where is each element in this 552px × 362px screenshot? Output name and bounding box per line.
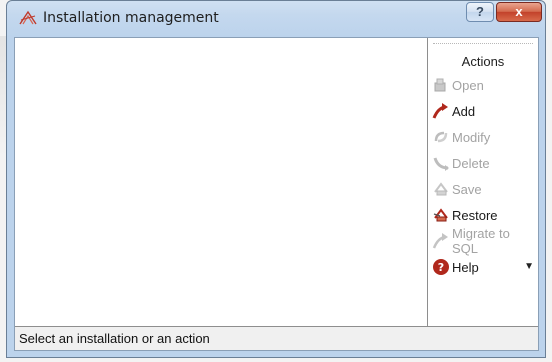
dropdown-arrow-icon[interactable]: ▼: [524, 261, 534, 272]
action-label: Modify: [452, 129, 491, 145]
installation-management-window: Installation management ? x Actions Open: [6, 0, 546, 358]
question-icon: ?: [476, 4, 484, 19]
save-icon: [432, 180, 450, 198]
svg-text:?: ?: [438, 261, 444, 274]
delete-icon: [432, 154, 450, 172]
actions-pane: Actions Open Add Modify Delete Save Rest…: [428, 38, 538, 326]
folder-icon: [432, 76, 450, 94]
action-modify[interactable]: Modify: [432, 126, 536, 148]
pane-grip[interactable]: [433, 43, 533, 47]
actions-title: Actions: [461, 54, 505, 69]
action-add[interactable]: Add: [432, 100, 536, 122]
action-label: Help: [452, 259, 479, 275]
title-bar[interactable]: Installation management ? x: [7, 1, 545, 37]
window-title: Installation management: [43, 10, 219, 26]
action-migrate-to-sql[interactable]: Migrate to SQL: [432, 226, 536, 256]
action-label: Save: [452, 181, 482, 197]
action-label: Open: [452, 77, 484, 93]
app-logo-icon: [19, 10, 37, 26]
action-restore[interactable]: Restore: [432, 204, 536, 226]
action-help[interactable]: ? Help ▼: [432, 256, 536, 278]
action-label: Add: [452, 103, 476, 119]
installation-list[interactable]: [15, 38, 428, 326]
action-save[interactable]: Save: [432, 178, 536, 200]
help-title-button[interactable]: ?: [466, 2, 494, 22]
action-label: Migrate to SQL: [452, 226, 510, 256]
action-label: Delete: [452, 155, 490, 171]
status-text: Select an installation or an action: [19, 331, 210, 346]
modify-icon: [432, 128, 450, 146]
close-button[interactable]: x: [496, 2, 542, 22]
restore-icon: [432, 206, 450, 224]
client-area: Actions Open Add Modify Delete Save Rest…: [14, 37, 539, 351]
close-icon: x: [515, 4, 523, 19]
action-delete[interactable]: Delete: [432, 152, 536, 174]
migrate-icon: [432, 232, 450, 250]
help-icon: ?: [432, 258, 450, 276]
action-label: Restore: [452, 207, 498, 223]
action-open[interactable]: Open: [432, 74, 536, 96]
add-arrow-icon: [432, 102, 450, 120]
status-bar: Select an installation or an action: [15, 326, 538, 350]
